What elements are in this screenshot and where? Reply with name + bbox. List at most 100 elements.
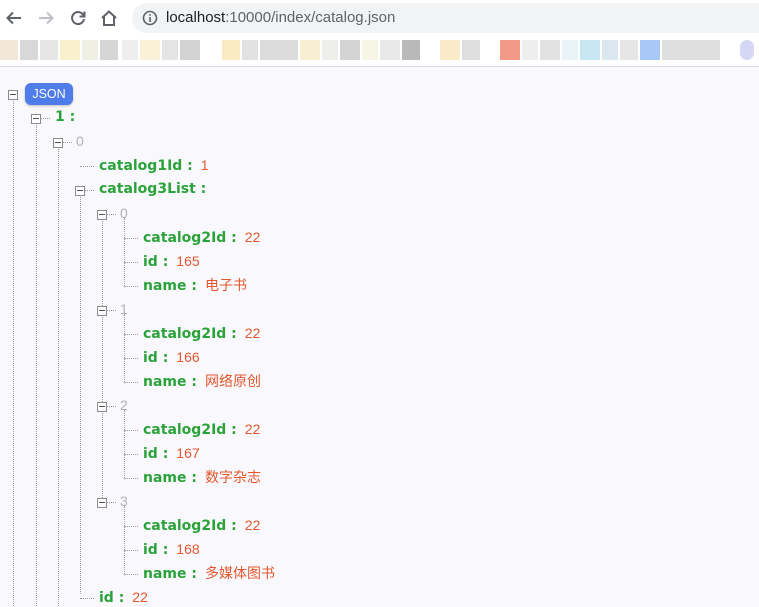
collapse-toggle-icon[interactable]	[97, 402, 107, 412]
collapse-toggle-icon[interactable]	[8, 90, 18, 100]
json-key: id :	[143, 446, 169, 462]
collapse-toggle-icon[interactable]	[97, 498, 107, 508]
json-key: catalog3List :	[99, 181, 207, 197]
json-value: 22	[132, 589, 148, 605]
array-index: 0	[120, 205, 128, 221]
tree-connector	[124, 526, 138, 527]
collapse-toggle-icon[interactable]	[31, 114, 41, 124]
tree-connector	[124, 382, 138, 383]
bookmark-item[interactable]	[222, 40, 240, 60]
tree-connector	[36, 122, 37, 606]
info-icon[interactable]	[142, 10, 158, 26]
home-icon	[101, 10, 117, 26]
json-key: catalog1Id :	[99, 158, 193, 174]
bookmark-item[interactable]	[242, 40, 258, 60]
tree-node-index[interactable]: 0	[120, 204, 128, 223]
array-index: 0	[76, 133, 84, 149]
tree-node-index[interactable]: 1	[120, 300, 128, 319]
browser-toolbar: localhost:10000/index/catalog.json	[0, 0, 759, 36]
array-index: 2	[120, 397, 128, 413]
json-key: catalog2Id :	[143, 518, 237, 534]
bookmark-item[interactable]	[522, 40, 538, 60]
bookmark-item[interactable]	[540, 40, 560, 60]
json-value: 22	[244, 325, 261, 341]
tree-connector	[124, 314, 125, 382]
tree-node-id: id : 165	[143, 252, 200, 271]
bookmark-item[interactable]	[300, 40, 320, 60]
bookmark-item[interactable]	[60, 40, 80, 60]
tree-node-catalog2id: catalog2Id : 22	[143, 516, 260, 535]
bookmark-item[interactable]	[20, 40, 38, 60]
json-key: id :	[143, 542, 169, 558]
json-key: name :	[143, 470, 197, 486]
bookmark-item[interactable]	[162, 40, 178, 60]
json-key: name :	[143, 374, 197, 390]
bookmark-item[interactable]	[602, 40, 618, 60]
json-key: id :	[143, 254, 169, 270]
tree-connector	[124, 506, 125, 574]
json-value: 电子书	[204, 277, 247, 293]
collapse-toggle-icon[interactable]	[97, 210, 107, 220]
bookmark-item[interactable]	[620, 40, 638, 60]
tree-node-name: name : 网络原创	[143, 372, 261, 391]
reload-button[interactable]	[65, 5, 91, 31]
tree-connector	[80, 166, 94, 167]
bookmark-item[interactable]	[740, 40, 754, 60]
tree-node-index[interactable]: 3	[120, 492, 128, 511]
tree-node-index[interactable]: 0	[76, 132, 84, 151]
bookmark-item[interactable]	[662, 40, 720, 60]
forward-button[interactable]	[33, 5, 59, 31]
bookmark-item[interactable]	[402, 40, 420, 60]
bookmark-item[interactable]	[82, 40, 98, 60]
forward-arrow-icon	[39, 11, 54, 25]
bookmark-item[interactable]	[440, 40, 460, 60]
home-button[interactable]	[96, 5, 122, 31]
tree-connector	[80, 598, 94, 599]
tree-node-catalog1id: catalog1Id : 1	[99, 156, 209, 175]
bookmark-item[interactable]	[462, 40, 480, 60]
bookmark-item[interactable]	[122, 40, 138, 60]
bookmark-item[interactable]	[380, 40, 400, 60]
tree-node-index[interactable]: 2	[120, 396, 128, 415]
url-path: :10000/index/catalog.json	[225, 9, 396, 26]
collapse-toggle-icon[interactable]	[97, 306, 107, 316]
back-button[interactable]	[1, 5, 27, 31]
tree-connector	[124, 218, 125, 286]
tree-connector	[124, 478, 138, 479]
json-key: id :	[143, 350, 169, 366]
bookmark-item[interactable]	[140, 40, 160, 60]
tree-node-id: id : 168	[143, 540, 200, 559]
array-index: 3	[120, 493, 128, 509]
json-key: 1 :	[55, 109, 76, 125]
bookmark-item[interactable]	[562, 40, 578, 60]
collapse-toggle-icon[interactable]	[53, 138, 63, 148]
bookmark-item[interactable]	[340, 40, 360, 60]
json-root-badge[interactable]: JSON	[25, 83, 73, 105]
url-host: localhost	[166, 9, 226, 26]
tree-node-catalog3list[interactable]: catalog3List :	[99, 180, 206, 198]
bookmark-item[interactable]	[100, 40, 118, 60]
bookmark-item[interactable]	[500, 40, 520, 60]
json-key: catalog2Id :	[143, 422, 237, 438]
tree-connector	[124, 574, 138, 575]
tree-node-name: name : 多媒体图书	[143, 564, 275, 583]
json-key: name :	[143, 278, 197, 294]
bookmark-item[interactable]	[640, 40, 660, 60]
tree-node-name: name : 电子书	[143, 276, 247, 295]
tree-node-id: id : 167	[143, 444, 200, 463]
json-key: name :	[143, 566, 197, 582]
bookmark-item[interactable]	[180, 40, 200, 60]
json-value: 167	[176, 445, 200, 461]
bookmarks-bar	[0, 36, 759, 67]
bookmark-item[interactable]	[580, 40, 600, 60]
bookmark-item[interactable]	[362, 40, 378, 60]
tree-node-catalog2id: catalog2Id : 22	[143, 228, 260, 247]
bookmark-item[interactable]	[40, 40, 58, 60]
collapse-toggle-icon[interactable]	[75, 186, 85, 196]
bookmark-item[interactable]	[260, 40, 298, 60]
bookmark-item[interactable]	[322, 40, 338, 60]
bookmark-item[interactable]	[0, 40, 18, 60]
address-bar[interactable]: localhost:10000/index/catalog.json	[132, 3, 759, 33]
tree-node-catalog2id: catalog2Id : 22	[143, 324, 260, 343]
tree-node-1[interactable]: 1 :	[55, 108, 75, 126]
